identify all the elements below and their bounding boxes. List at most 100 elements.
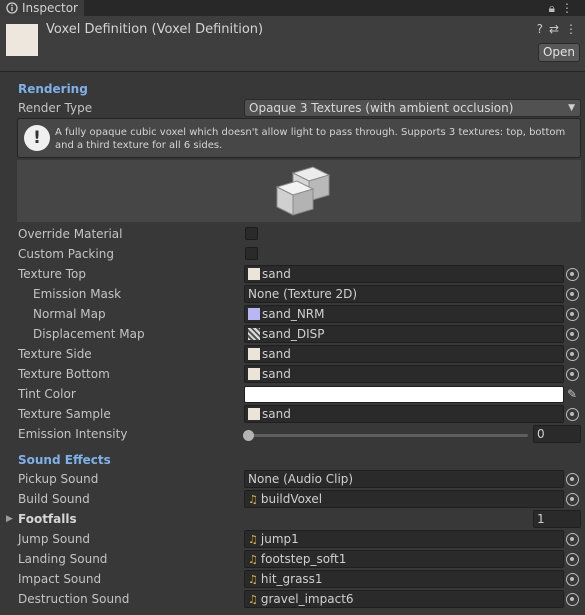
asset-thumbnail (6, 24, 38, 56)
object-picker-icon[interactable] (566, 308, 579, 321)
window-tab-bar: Inspector 🔒︎⋮ (0, 0, 585, 16)
jump-sound-value: jump1 (260, 532, 299, 546)
landing-sound-label: Landing Sound (18, 552, 108, 566)
help-icon[interactable]: ? (537, 22, 543, 36)
override-material-label: Override Material (18, 227, 123, 241)
displacement-map-label: Displacement Map (33, 327, 145, 341)
texture-side-label: Texture Side (18, 347, 92, 361)
texture-thumbnail (248, 308, 260, 320)
footfalls-count-input[interactable]: 1 (533, 510, 581, 528)
window-tools: 🔒︎⋮ (549, 1, 579, 16)
asset-header: Voxel Definition (Voxel Definition) ? ⇄ ⋮ … (0, 16, 585, 72)
audio-clip-icon: ♫ (248, 553, 258, 566)
object-picker-icon[interactable] (566, 288, 579, 301)
object-picker-icon[interactable] (566, 268, 579, 281)
texture-thumbnail (248, 328, 260, 340)
kebab-menu-icon[interactable]: ⋮ (561, 1, 579, 15)
texture-sample-label: Texture Sample (18, 407, 111, 421)
landing-sound-value: footstep_soft1 (260, 552, 347, 566)
normal-map-label: Normal Map (33, 307, 106, 321)
emission-intensity-input[interactable]: 0 (533, 425, 581, 443)
impact-sound-value: hit_grass1 (260, 572, 323, 586)
destruction-sound-value: gravel_impact6 (260, 592, 354, 606)
section-title-rendering: Rendering (18, 82, 88, 96)
tab-inspector-label: Inspector (22, 1, 78, 15)
impact-sound-field[interactable]: ♫ hit_grass1 (244, 570, 564, 588)
texture-bottom-field[interactable]: sand (244, 365, 564, 383)
texture-bottom-value: sand (262, 367, 291, 381)
build-sound-label: Build Sound (18, 492, 90, 506)
normal-map-field[interactable]: sand_NRM (244, 305, 564, 323)
texture-top-label: Texture Top (18, 267, 86, 281)
normal-map-value: sand_NRM (262, 307, 325, 321)
displacement-map-value: sand_DISP (262, 327, 325, 341)
help-text: A fully opaque cubic voxel which doesn't… (55, 127, 566, 151)
header-icons: ? ⇄ ⋮ (531, 22, 577, 36)
emission-mask-field[interactable]: None (Texture 2D) (244, 285, 564, 303)
override-material-checkbox[interactable] (245, 227, 258, 240)
render-type-label: Render Type (18, 101, 93, 115)
object-picker-icon[interactable] (566, 573, 579, 586)
texture-thumbnail (248, 368, 260, 380)
emission-mask-value: None (Texture 2D) (248, 287, 358, 301)
tint-color-swatch[interactable] (244, 386, 564, 403)
build-sound-field[interactable]: ♫ buildVoxel (244, 490, 564, 508)
destruction-sound-field[interactable]: ♫ gravel_impact6 (244, 590, 564, 608)
object-picker-icon[interactable] (566, 493, 579, 506)
object-picker-icon[interactable] (566, 328, 579, 341)
texture-thumbnail (248, 408, 260, 420)
displacement-map-field[interactable]: sand_DISP (244, 325, 564, 343)
render-type-dropdown[interactable]: Opaque 3 Textures (with ambient occlusio… (244, 99, 581, 117)
object-picker-icon[interactable] (566, 368, 579, 381)
lock-icon[interactable]: 🔒︎ (549, 1, 561, 15)
texture-top-value: sand (262, 267, 291, 281)
warning-icon: ! (24, 125, 50, 151)
custom-packing-checkbox[interactable] (245, 247, 258, 260)
render-type-value: Opaque 3 Textures (with ambient occlusio… (249, 101, 514, 115)
emission-intensity-slider[interactable] (248, 434, 528, 437)
foldout-arrow-icon[interactable]: ▶ (6, 514, 13, 524)
audio-clip-icon: ♫ (248, 493, 258, 506)
object-picker-icon[interactable] (566, 473, 579, 486)
object-picker-icon[interactable] (566, 593, 579, 606)
texture-side-value: sand (262, 347, 291, 361)
info-icon (6, 2, 18, 14)
texture-thumbnail (248, 348, 260, 360)
audio-clip-icon: ♫ (248, 593, 258, 606)
object-picker-icon[interactable] (566, 348, 579, 361)
custom-packing-label: Custom Packing (18, 247, 114, 261)
landing-sound-field[interactable]: ♫ footstep_soft1 (244, 550, 564, 568)
texture-bottom-label: Texture Bottom (18, 367, 110, 381)
emission-mask-label: Emission Mask (33, 287, 122, 301)
footfalls-label[interactable]: Footfalls (18, 512, 77, 526)
section-title-sound-effects: Sound Effects (18, 453, 111, 467)
help-box: ! A fully opaque cubic voxel which doesn… (17, 118, 581, 158)
texture-top-field[interactable]: sand (244, 265, 564, 283)
open-button[interactable]: Open (538, 43, 580, 62)
object-picker-icon[interactable] (566, 533, 579, 546)
texture-sample-field[interactable]: sand (244, 405, 564, 423)
texture-thumbnail (248, 268, 260, 280)
impact-sound-label: Impact Sound (18, 572, 102, 586)
texture-sample-value: sand (262, 407, 291, 421)
object-picker-icon[interactable] (566, 553, 579, 566)
voxel-preview-icon (275, 166, 331, 216)
pickup-sound-field[interactable]: None (Audio Clip) (244, 470, 564, 488)
voxel-preview (17, 160, 581, 222)
pickup-sound-value: None (Audio Clip) (248, 472, 354, 486)
audio-clip-icon: ♫ (248, 573, 258, 586)
destruction-sound-label: Destruction Sound (18, 592, 130, 606)
jump-sound-field[interactable]: ♫ jump1 (244, 530, 564, 548)
eyedropper-icon[interactable]: ✎ (567, 387, 577, 401)
chevron-down-icon: ▼ (568, 103, 575, 113)
more-icon[interactable]: ⋮ (565, 22, 577, 36)
preset-icon[interactable]: ⇄ (549, 22, 559, 36)
build-sound-value: buildVoxel (260, 492, 323, 506)
jump-sound-label: Jump Sound (18, 532, 91, 546)
texture-side-field[interactable]: sand (244, 345, 564, 363)
tint-color-label: Tint Color (18, 387, 76, 401)
object-picker-icon[interactable] (566, 408, 579, 421)
tab-inspector[interactable]: Inspector (0, 0, 84, 16)
slider-handle[interactable] (243, 430, 254, 441)
asset-title: Voxel Definition (Voxel Definition) (46, 22, 264, 37)
